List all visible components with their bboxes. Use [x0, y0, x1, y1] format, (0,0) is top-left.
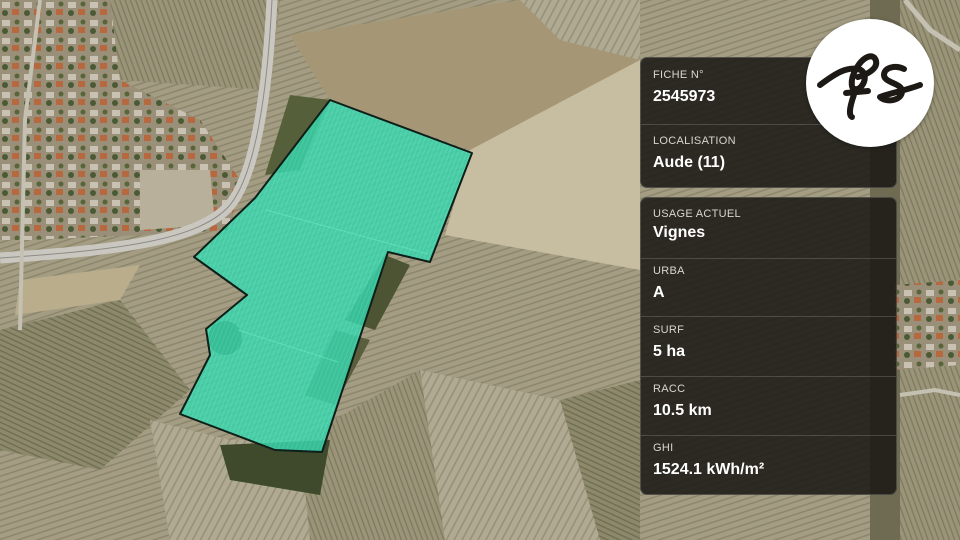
racc-value: 10.5 km [653, 402, 712, 419]
info-row-usage: USAGE ACTUEL Vignes [641, 198, 896, 258]
urba-label: URBA [653, 265, 685, 277]
ghi-value: 1524.1 kWh/m² [653, 461, 765, 478]
info-row-surf: SURF 5 ha [641, 316, 896, 376]
localisation-value: Aude (11) [653, 154, 726, 171]
fs-logo-icon [817, 53, 923, 120]
racc-label: RACC [653, 383, 686, 395]
parcel-attributes-card: USAGE ACTUEL Vignes URBA A SURF 5 ha RAC… [640, 197, 897, 495]
fs-monogram-logo [806, 19, 934, 147]
ghi-label: GHI [653, 442, 674, 454]
usage-value: Vignes [653, 224, 706, 241]
info-row-racc: RACC 10.5 km [641, 376, 896, 435]
info-row-urba: URBA A [641, 258, 896, 316]
usage-label: USAGE ACTUEL [653, 208, 741, 220]
field [110, 0, 280, 90]
surf-value: 5 ha [653, 343, 686, 360]
info-row-ghi: GHI 1524.1 kWh/m² [641, 435, 896, 494]
urba-value: A [653, 284, 665, 301]
farm-building [895, 280, 960, 370]
surf-label: SURF [653, 324, 685, 336]
